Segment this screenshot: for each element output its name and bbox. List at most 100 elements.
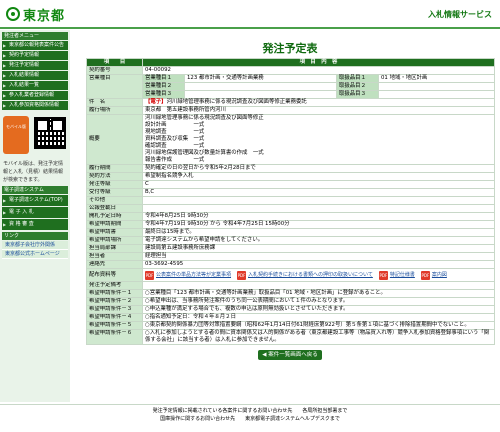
ordering-type-value: C: [142, 180, 495, 189]
table-row: 配布資料等 PDF 公表案件の単品方法等が定業事項 PDF 入札契約手続きにおけ…: [86, 268, 495, 282]
docs-list: PDF 公表案件の単品方法等が定業事項 PDF 入札契約手続きにおける書類への押…: [145, 269, 492, 281]
business-type-2-value: [184, 82, 337, 91]
electronic-badge: 【電子】: [145, 99, 167, 105]
table-row: その他: [86, 196, 495, 205]
method-value: 希望制指名競争入札: [142, 172, 495, 181]
page-title: 発注予定表: [262, 42, 318, 55]
item-1-label: 取扱品目１: [336, 74, 379, 83]
condition-value: ○入札に参加しようとする者の間に資本関係又は人的関係がある者（東京都建設工事等（…: [142, 329, 495, 345]
sidebar-item-kekka-ichiran[interactable]: 入札結果一覧: [2, 81, 68, 90]
sidebar-nav: 東京都公報発表案件公告 契約予定情報 発注予定情報 入札結果情報 入札結果一覧 …: [2, 41, 68, 110]
sidebar-item-nyusatsu-kekka[interactable]: 入札結果情報: [2, 71, 68, 80]
table-row: 公報登載日: [86, 204, 495, 213]
business-type-label: 営業種目: [86, 74, 143, 99]
pdf-icon: PDF: [145, 270, 154, 280]
condition-value: ○希望申出は、当事務所発注案件のうち同一公表期間において１件のみとなります。: [142, 297, 495, 306]
header-item: 項 目: [86, 58, 143, 67]
sidebar-item-hatchu-yotei[interactable]: 発注予定情報: [2, 61, 68, 70]
other-label: その他: [86, 196, 143, 205]
table-row: 営業種目３ 取扱品目３: [87, 90, 495, 99]
doc-link[interactable]: PDF 公表案件の単品方法等が定業事項: [145, 270, 231, 280]
period-label: 履行期間: [86, 164, 143, 173]
item-3-value: [378, 90, 495, 99]
deadline-label: 希望申請書: [86, 228, 143, 237]
order-schedule-table: 項 目 項 目 内 容 契約番号 04-00092 営業種目 営業種目１ 123…: [86, 58, 495, 345]
contract-no-label: 契約番号: [86, 66, 143, 75]
doc-link[interactable]: PDF 特記仕様書: [378, 270, 415, 280]
doc-link-text: 案内図: [431, 271, 447, 278]
page-header: 東京都 入札情報サービス: [0, 0, 500, 26]
condition-label: 希望申請条件－２: [86, 297, 143, 306]
logo-text: 東京都: [23, 8, 66, 24]
table-row: 開札予定日時 令和4年8月25日 9時30分: [86, 212, 495, 221]
table-row: 希望申請条件－３ ○申込業種が満足する場合でも、複数の申込は原則無効扱いとさせて…: [86, 305, 495, 314]
back-button-label: 案件一覧画面へ戻る: [268, 352, 318, 358]
table-row: 概要 河川緑地管理事務に係る現況調査及び図面等修正 設計計画 一式 現地調査 一…: [86, 114, 495, 165]
overview-line: 資料調査及び収集 一式: [145, 136, 205, 142]
table-row: 営業種目 営業種目１ 123 都市計画・交通等計画業務 取扱品目１ 01 地域・…: [86, 74, 495, 99]
contract-no-value: 04-00092: [142, 66, 495, 75]
doc-link[interactable]: PDF 入札契約手続きにおける書類への押印の取扱いについて: [237, 270, 373, 280]
item-2-value: [378, 82, 495, 91]
mobile-phone-icon: モバイル版: [3, 116, 29, 154]
deadline-value: 最終日は15時まで。: [142, 228, 495, 237]
notice-date-label: 開札予定日時: [86, 212, 143, 221]
sidebar-item-denshi-nyusatsu[interactable]: 電 子 入 札: [2, 207, 68, 218]
condition-label: 希望申請条件－４: [86, 313, 143, 322]
sidebar: 発注者メニュー 東京都公報発表案件公告 契約予定情報 発注予定情報 入札結果情報…: [0, 30, 70, 402]
notes-value: [142, 281, 495, 290]
table-row: 連絡先 03-3692-4595: [86, 260, 495, 269]
header-divider: [0, 27, 500, 29]
condition-label: 希望申請条件－３: [86, 305, 143, 314]
pdf-icon: PDF: [378, 270, 388, 280]
overview-line: 現地調査 一式: [145, 129, 205, 135]
sidebar-item-shikaku[interactable]: 入札参加資格関係情報: [2, 101, 68, 110]
mobile-banner[interactable]: モバイル版: [2, 114, 68, 158]
docs-label: 配布資料等: [86, 268, 143, 282]
person-value: 経理担当: [142, 252, 495, 261]
tokyo-logo[interactable]: 東京都: [6, 6, 66, 24]
sidebar-section2-title: 電子調達システム: [2, 186, 68, 194]
link-kogaisha[interactable]: 東京都子会社庁外関係: [2, 241, 68, 250]
header-content: 項 目 内 容: [142, 58, 495, 67]
table-row: 希望申請期間 令和4年7月19日 9時30分 から 令和4年7月25日 15時0…: [86, 220, 495, 229]
table-row: 契約方法 希望制指名競争入札: [86, 172, 495, 181]
location-label: 履行場所: [86, 106, 143, 115]
sidebar-item-shikaku-shinsa[interactable]: 資 格 審 査: [2, 219, 68, 230]
item-2-label: 取扱品目２: [336, 82, 379, 91]
business-type-3-value: [184, 90, 337, 99]
back-to-list-button[interactable]: ◀ 案件一覧画面へ戻る: [258, 350, 322, 360]
sidebar-section-title: 発注者メニュー: [2, 32, 68, 40]
other-value: [142, 196, 495, 205]
link-tokyo-official[interactable]: 東京都公式ホームページ: [2, 250, 68, 259]
table-row: 履行期間 契約確定の日の翌日から令和5年2月28日まで: [86, 164, 495, 173]
table-row: 発注等級 C: [86, 180, 495, 189]
application-place-value: 電子調達システムから希望申請をしてください。: [142, 236, 495, 245]
condition-label: 希望申請条件－５: [86, 321, 143, 330]
notes-label: 発注予定備考: [86, 281, 143, 290]
pdf-icon: PDF: [420, 270, 430, 280]
business-type-2-label: 営業種目２: [142, 82, 185, 91]
receipt-grade-value: B,C: [142, 188, 495, 197]
overview-line: 河川緑地保護管理図及び数量計算書の作成 一式: [145, 150, 264, 156]
table-row: 発注予定備考: [86, 281, 495, 290]
overview-line: 河川緑地管理事務に係る現況調査及び図面等修正: [145, 115, 264, 121]
sidebar-item-koho[interactable]: 東京都公報発表案件公告: [2, 41, 68, 50]
subject-value: 【電子】河川緑地管理事務に係る現況調査及び図面等修正業務委託: [142, 98, 495, 107]
docs-value: PDF 公表案件の単品方法等が定業事項 PDF 入札契約手続きにおける書類への押…: [142, 268, 495, 282]
sidebar-item-gyosha-toroku[interactable]: 参入札業者登録情報: [2, 91, 68, 100]
doc-link[interactable]: PDF 案内図: [420, 270, 447, 280]
sidebar-item-keiyaku-yotei[interactable]: 契約予定情報: [2, 51, 68, 60]
doc-link-text: 特記仕様書: [389, 271, 415, 278]
sidebar-item-choutatsu-top[interactable]: 電子調達システム(TOP): [2, 195, 68, 206]
table-row: 担当局部課 建設局第五建設事務所庶務課: [86, 244, 495, 253]
table-row: 希望申請条件－１ ○営業種目「123 都市計画・交通等計画業務」取扱品目「01 …: [86, 289, 495, 298]
application-place-label: 希望申請場所: [86, 236, 143, 245]
item-1-value: 01 地域・地区計画: [378, 74, 495, 83]
subject-label: 件 名: [86, 98, 143, 107]
footer-line: 発注予定情報に掲載されている各案件に関するお問い合わせ先 各局所担当部署まで: [152, 408, 348, 414]
table-row: 希望申請場所 電子調達システムから希望申請をしてください。: [86, 236, 495, 245]
service-name: 入札情報サービス: [428, 10, 492, 19]
person-label: 担当者: [86, 252, 143, 261]
tokyo-emblem-icon: [6, 7, 20, 21]
